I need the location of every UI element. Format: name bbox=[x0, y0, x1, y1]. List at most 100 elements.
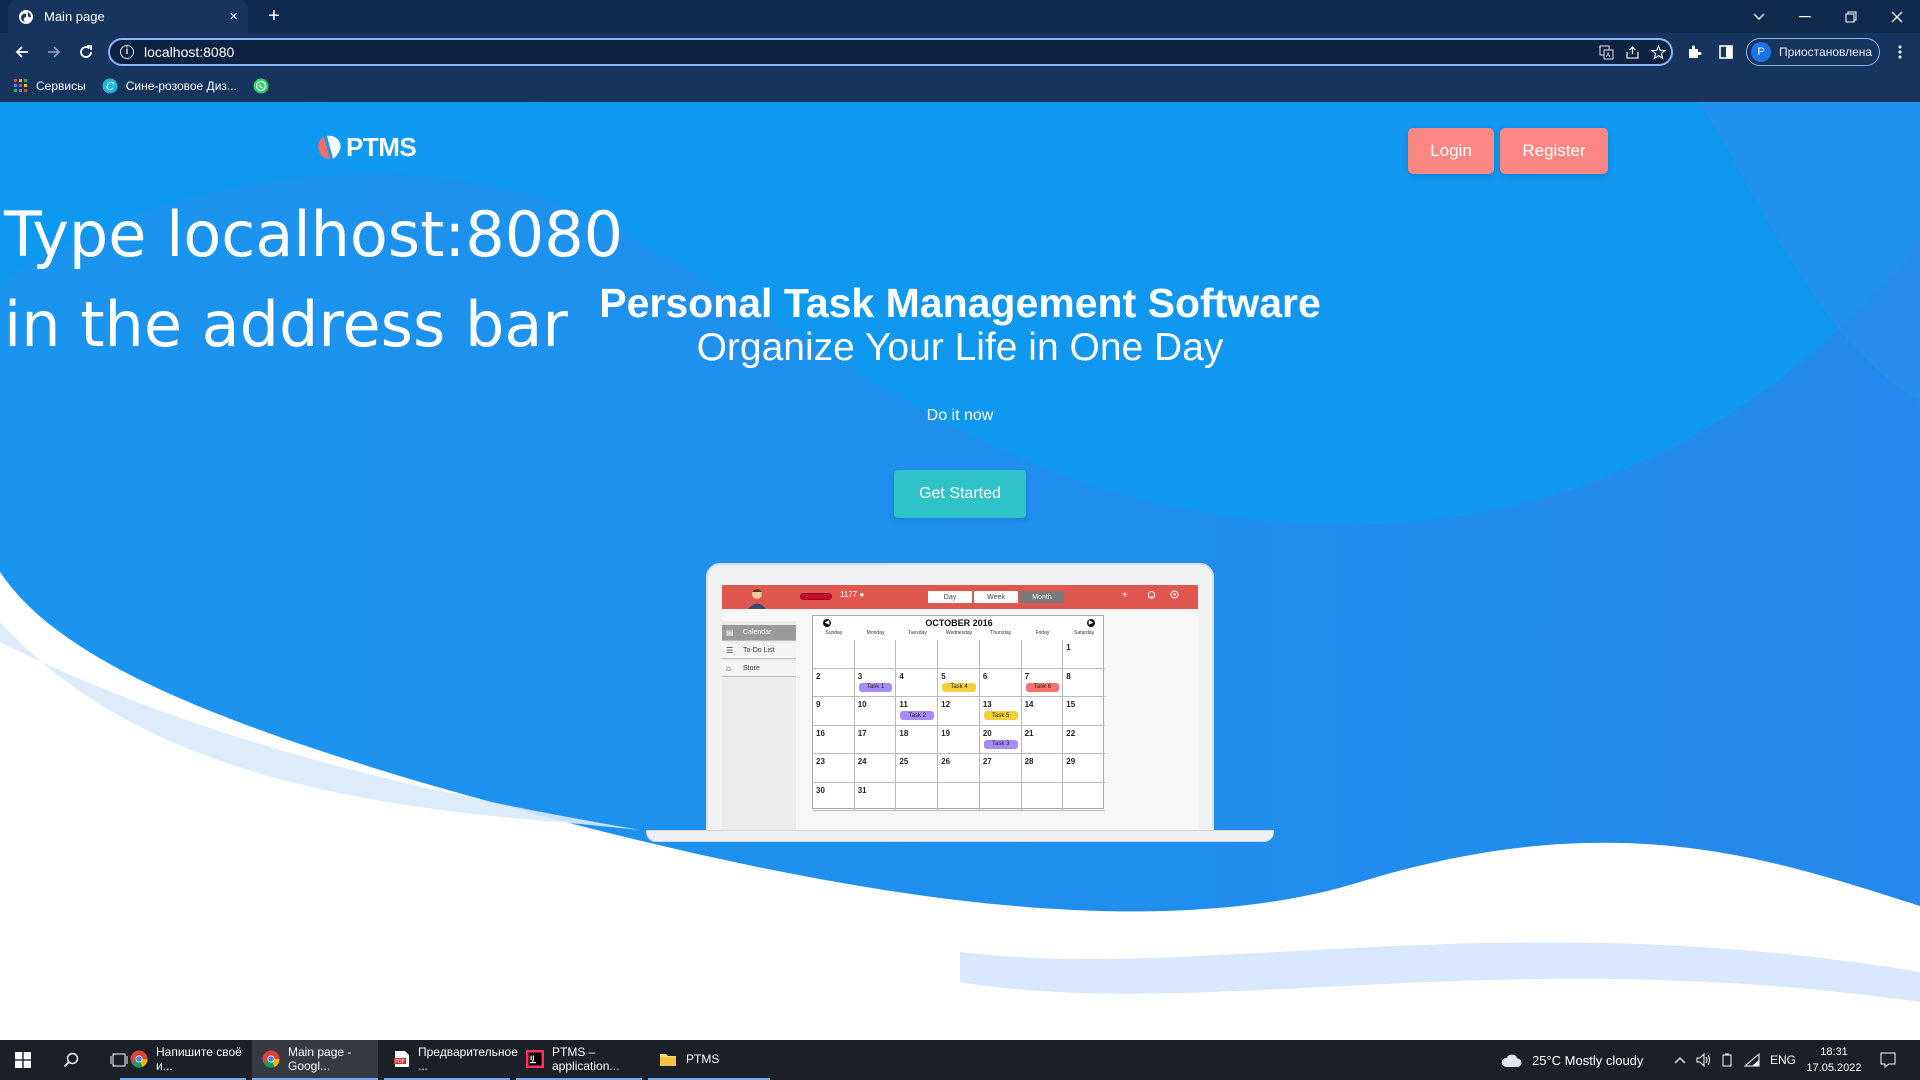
clock-time: 18:31 bbox=[1820, 1046, 1848, 1058]
weather-text: 25°C Mostly cloudy bbox=[1532, 1052, 1644, 1068]
weekday-label: Monday bbox=[866, 630, 885, 636]
bookmark-canva[interactable]: C Сине-розовое Диз... bbox=[102, 78, 237, 94]
calendar-task-chip: Task 4 bbox=[942, 682, 976, 692]
hero-subtitle: Organize Your Life in One Day bbox=[696, 326, 1224, 369]
share-icon[interactable] bbox=[1619, 39, 1645, 65]
apps-grid-icon bbox=[14, 79, 28, 93]
site-info-icon[interactable]: i bbox=[120, 45, 134, 59]
day-number: 2 bbox=[816, 671, 821, 681]
new-tab-button[interactable]: + bbox=[262, 4, 286, 28]
tab-close-icon[interactable]: × bbox=[229, 8, 238, 25]
folder-icon bbox=[658, 1049, 678, 1069]
view-tab-month: Month bbox=[1020, 591, 1064, 603]
day-number: 18 bbox=[899, 728, 909, 738]
windows-start-icon[interactable] bbox=[0, 1040, 46, 1080]
taskbar-app-5[interactable]: PTMS bbox=[648, 1040, 770, 1080]
app-header-bar: 1177 ● Day Week Month + bbox=[722, 585, 1198, 609]
show-hidden-icons-icon[interactable] bbox=[1674, 1040, 1686, 1080]
day-number: 19 bbox=[941, 728, 951, 738]
translate-icon[interactable]: A bbox=[1593, 39, 1619, 65]
windows-taskbar: Напишите своё и... Main page - Googl... PD… bbox=[0, 1040, 1920, 1080]
user-avatar-icon bbox=[748, 589, 766, 609]
laptop-base bbox=[646, 830, 1274, 842]
wifi-icon[interactable] bbox=[1744, 1040, 1760, 1080]
settings-gear-icon bbox=[1170, 590, 1179, 602]
taskbar-app-4[interactable]: IJ PTMS – application... bbox=[516, 1040, 642, 1080]
side-panel-icon[interactable] bbox=[1714, 40, 1738, 64]
clock-date: 17.05.2022 bbox=[1806, 1062, 1862, 1074]
profile-button[interactable]: P Приостановлена bbox=[1746, 38, 1880, 66]
restore-icon[interactable] bbox=[1828, 0, 1874, 33]
svg-text:PDF: PDF bbox=[395, 1059, 405, 1065]
menu-kebab-icon[interactable] bbox=[1888, 40, 1912, 64]
whatsapp-icon bbox=[253, 78, 269, 94]
system-clock[interactable]: 18:31 17.05.2022 bbox=[1806, 1044, 1862, 1076]
input-language[interactable]: ENG bbox=[1770, 1040, 1796, 1080]
day-number: 20 bbox=[982, 728, 992, 738]
ptms-logo[interactable]: PTMS bbox=[316, 132, 417, 163]
plus-icon: + bbox=[1122, 590, 1128, 601]
search-icon[interactable] bbox=[48, 1040, 94, 1080]
view-tab-day: Day bbox=[928, 591, 972, 603]
bookmarks-bar: Сервисы C Сине-розовое Диз... bbox=[0, 70, 1920, 102]
calendar-task-chip: Task 2 bbox=[900, 711, 935, 720]
bookmark-label: Сине-розовое Диз... bbox=[125, 79, 237, 93]
forward-icon[interactable] bbox=[42, 40, 66, 64]
weather-widget[interactable]: 25°C Mostly cloudy bbox=[1500, 1040, 1643, 1080]
back-icon[interactable] bbox=[10, 40, 34, 64]
notifications-icon[interactable] bbox=[1880, 1040, 1896, 1080]
next-month-icon: ▶ bbox=[1087, 619, 1095, 627]
close-window-icon[interactable] bbox=[1874, 0, 1920, 33]
list-icon: ☰ bbox=[726, 646, 734, 655]
app-sidebar: ▤ Calendar ☰ To-Do List ⌂ Store bbox=[722, 621, 796, 833]
get-started-button[interactable]: Get Started bbox=[894, 470, 1026, 518]
calendar-day-cell bbox=[854, 640, 897, 669]
taskbar-app-2[interactable]: Main page - Googl... bbox=[252, 1040, 378, 1080]
intellij-icon: IJ bbox=[526, 1049, 544, 1069]
bookmark-star-icon[interactable] bbox=[1645, 39, 1671, 65]
health-bar bbox=[800, 593, 832, 600]
day-number: 1 bbox=[1066, 643, 1071, 652]
minimize-icon[interactable] bbox=[1782, 0, 1828, 33]
weekday-label: Thursday bbox=[990, 630, 1012, 636]
reload-icon[interactable] bbox=[74, 40, 98, 64]
day-number: 25 bbox=[899, 757, 909, 766]
day-number: 15 bbox=[1066, 700, 1076, 709]
taskbar-app-label: Предварительное ... bbox=[418, 1045, 518, 1073]
taskbar-app-label: PTMS – application... bbox=[552, 1045, 620, 1073]
month-calendar: ◀ OCTOBER 2016 ▶ Sunday Monday Tuesday Wedn… bbox=[812, 615, 1105, 811]
sidebar-item-todo: ☰ To-Do List bbox=[722, 643, 796, 659]
tab-main-page[interactable]: Main page × bbox=[8, 0, 248, 33]
register-button[interactable]: Register bbox=[1500, 128, 1608, 174]
globe-icon bbox=[18, 9, 34, 25]
day-number: 30 bbox=[816, 785, 825, 795]
bookmark-services[interactable]: Сервисы bbox=[14, 79, 86, 93]
extensions-icon[interactable] bbox=[1682, 40, 1706, 64]
day-number: 5 bbox=[941, 671, 946, 681]
tab-search-icon[interactable] bbox=[1736, 0, 1782, 33]
taskbar-app-3[interactable]: PDF Предварительное ... bbox=[384, 1040, 518, 1080]
taskbar-app-1[interactable]: Напишите своё и... bbox=[120, 1040, 246, 1080]
login-button[interactable]: Login bbox=[1408, 128, 1494, 174]
profile-avatar: P bbox=[1751, 42, 1771, 62]
view-tab-week: Week bbox=[974, 591, 1018, 603]
calendar-day-cell bbox=[1021, 640, 1064, 669]
weekday-label: Sunday bbox=[825, 630, 843, 636]
day-number: 11 bbox=[899, 700, 908, 709]
calendar-day-cell bbox=[896, 782, 939, 811]
battery-icon[interactable] bbox=[1720, 1040, 1734, 1080]
calendar-task-chip: Task 5 bbox=[983, 711, 1018, 720]
bookmark-whatsapp[interactable] bbox=[253, 78, 277, 94]
day-number: 4 bbox=[899, 671, 904, 681]
day-number: 9 bbox=[816, 700, 821, 709]
gold-count: 1177 ● bbox=[840, 590, 865, 599]
address-bar[interactable]: i A bbox=[108, 38, 1673, 66]
day-number: 14 bbox=[1024, 700, 1034, 709]
coin-icon: ● bbox=[859, 590, 865, 599]
taskbar-app-label: Напишите своё и... bbox=[156, 1045, 242, 1073]
url-input[interactable] bbox=[144, 44, 1593, 60]
web-page: PTMS Login Register Type localhost:8080 … bbox=[0, 102, 1920, 1040]
day-number: 31 bbox=[857, 785, 867, 795]
volume-icon[interactable] bbox=[1696, 1040, 1712, 1080]
day-number: 28 bbox=[1024, 757, 1034, 766]
